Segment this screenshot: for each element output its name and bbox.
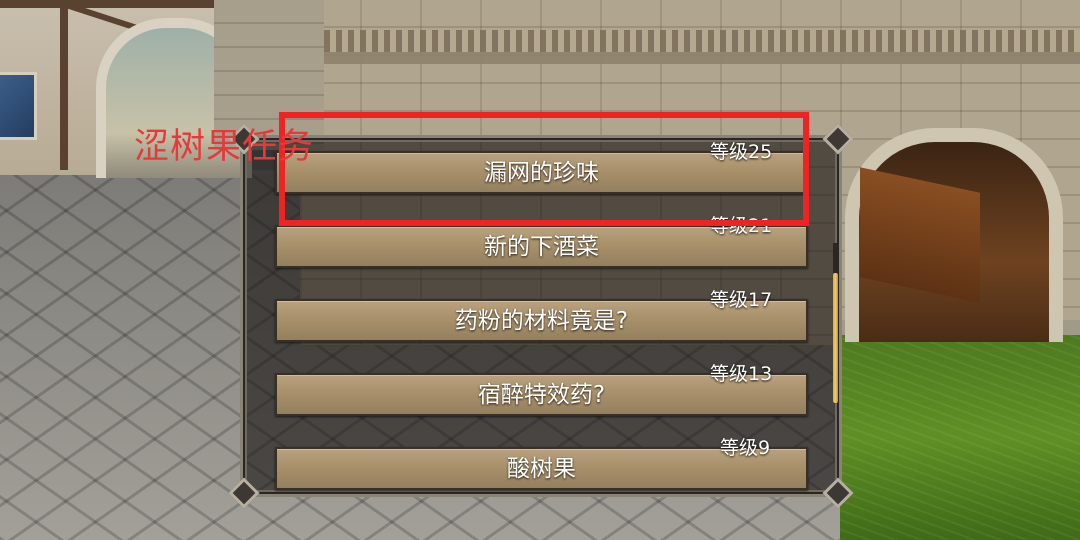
timber-beam <box>60 0 68 170</box>
quest-title: 药粉的材料竟是? <box>454 308 629 334</box>
annotation-highlight-box <box>279 112 809 226</box>
scrollbar-thumb[interactable] <box>833 273 838 403</box>
quest-title: 酸树果 <box>507 456 576 482</box>
quest-title: 宿醉特效药? <box>477 382 606 408</box>
house-window <box>0 72 37 140</box>
wall-cornice <box>300 30 1080 52</box>
timber-beam <box>0 0 240 8</box>
quest-level: 等级13 <box>710 363 773 385</box>
annotation-label: 涩树果任务 <box>134 127 315 167</box>
grass-patch <box>840 335 1080 540</box>
wall-cornice-band <box>300 52 1080 64</box>
quest-title: 新的下酒菜 <box>484 234 599 260</box>
quest-level: 等级9 <box>720 437 771 459</box>
quest-list-scrollbar[interactable] <box>833 243 838 403</box>
quest-level: 等级17 <box>710 289 773 311</box>
